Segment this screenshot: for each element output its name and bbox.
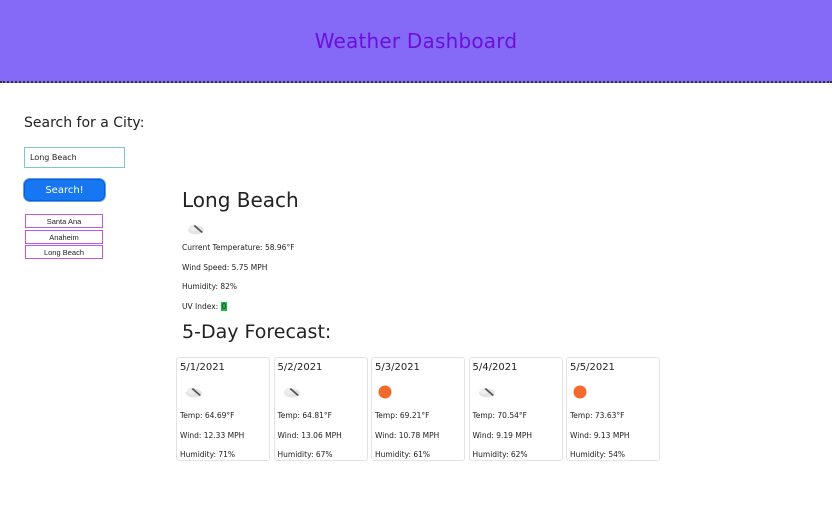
history-item[interactable]: Long Beach [25, 245, 103, 259]
forecast-wind: Wind: 10.78 MPH [375, 430, 440, 440]
page-title: Weather Dashboard [314, 28, 518, 53]
forecast-humidity: Humidity: 61% [375, 450, 431, 459]
forecast-card: 5/1/2021 Temp: 64.69°F Wind: 12.33 MPH H… [176, 357, 270, 461]
forecast-card: 5/3/2021 Temp: 69.21°F Wind: 10.78 MPH H… [371, 357, 465, 461]
current-temperature: Current Temperature: 58.96°F [182, 243, 295, 252]
forecast-card: 5/2/2021 Temp: 64.81°F Wind: 13.06 MPH H… [273, 357, 368, 461]
sun-icon [378, 385, 392, 399]
search-history: Santa Ana Anaheim Long Beach [25, 214, 103, 261]
history-item[interactable]: Anaheim [25, 229, 103, 244]
current-uv-index: UV Index: 0 [182, 301, 299, 321]
page-header: Weather Dashboard [0, 0, 832, 83]
uv-index-badge: 0 [220, 301, 228, 311]
uv-index-label: UV Index: [182, 301, 221, 311]
forecast-card: 5/4/2021 Temp: 70.54°F Wind: 9.19 MPH Hu… [468, 357, 563, 461]
forecast-title: 5-Day Forecast: [182, 321, 332, 343]
search-button[interactable]: Search! [24, 179, 105, 201]
forecast-humidity: Humidity: 62% [472, 450, 528, 459]
forecast-date: 5/2/2021 [277, 362, 323, 373]
forecast-temp: Temp: 73.63°F [570, 411, 625, 420]
current-humidity: Humidity: 82% [182, 282, 238, 291]
search-title: Search for a City: [24, 115, 145, 131]
forecast-temp: Temp: 69.21°F [375, 411, 430, 420]
forecast-wind: Wind: 9.13 MPH [570, 430, 630, 440]
forecast-humidity: Humidity: 71% [180, 450, 236, 459]
sun-icon [573, 385, 587, 399]
forecast-wind: Wind: 13.06 MPH [277, 430, 342, 440]
forecast-temp: Temp: 70.54°F [472, 411, 527, 420]
current-wind-speed: Wind Speed: 5.75 MPH [182, 262, 268, 272]
broken-clouds-icon [478, 387, 495, 398]
forecast-date: 5/5/2021 [570, 362, 615, 373]
forecast-wind: Wind: 9.19 MPH [472, 430, 532, 440]
broken-clouds-icon [186, 387, 202, 398]
forecast-wind: Wind: 12.33 MPH [180, 430, 245, 440]
forecast-temp: Temp: 64.69°F [180, 411, 235, 420]
current-weather: Long Beach Current Temperature: 58.96°F … [182, 188, 299, 320]
forecast-humidity: Humidity: 54% [570, 450, 626, 459]
city-search-input[interactable] [24, 147, 125, 168]
forecast-temp: Temp: 64.81°F [277, 411, 332, 420]
current-city-name: Long Beach [182, 188, 299, 212]
forecast-date: 5/3/2021 [375, 362, 420, 373]
broken-clouds-icon [283, 387, 300, 398]
forecast-humidity: Humidity: 67% [277, 450, 333, 459]
forecast-card: 5/5/2021 Temp: 73.63°F Wind: 9.13 MPH Hu… [566, 357, 660, 461]
forecast-date: 5/4/2021 [472, 362, 518, 373]
broken-clouds-icon [188, 224, 204, 235]
forecast-date: 5/1/2021 [180, 362, 225, 373]
forecast-row: 5/1/2021 Temp: 64.69°F Wind: 12.33 MPH H… [176, 357, 664, 461]
history-item[interactable]: Santa Ana [25, 214, 103, 228]
